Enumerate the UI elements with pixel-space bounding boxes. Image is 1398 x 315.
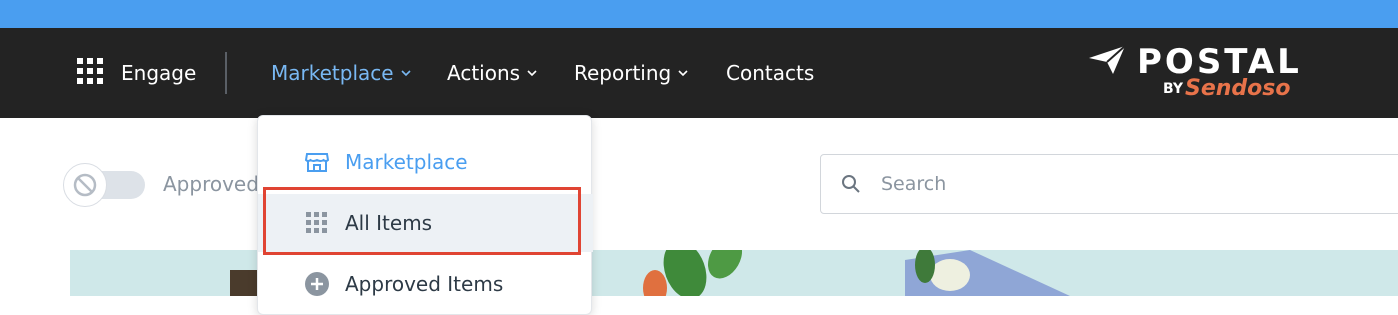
logo-by: BY bbox=[1163, 81, 1184, 97]
app-label[interactable]: Engage bbox=[121, 28, 196, 118]
search-input[interactable] bbox=[881, 163, 1381, 205]
toggle-knob bbox=[63, 163, 107, 207]
nav-divider bbox=[225, 52, 227, 94]
chevron-down-icon bbox=[527, 70, 537, 77]
ban-icon bbox=[73, 173, 97, 197]
menu-item-label: Marketplace bbox=[345, 150, 468, 174]
nav-contacts-label: Contacts bbox=[726, 61, 815, 85]
nav-actions-label: Actions bbox=[447, 61, 521, 85]
storefront-icon bbox=[304, 153, 330, 172]
nav-contacts[interactable]: Contacts bbox=[726, 28, 814, 118]
app-switcher-icon[interactable] bbox=[77, 58, 105, 86]
approved-toggle[interactable] bbox=[63, 163, 145, 207]
marketplace-dropdown-menu: Marketplace All Items Approved Items bbox=[257, 115, 593, 315]
approved-toggle-label: Approved bbox=[163, 172, 259, 196]
paper-plane-icon bbox=[1089, 45, 1126, 74]
menu-item-all-items[interactable]: All Items bbox=[258, 194, 593, 252]
search-icon bbox=[842, 175, 860, 193]
top-navbar: Engage Marketplace Actions Reporting Con… bbox=[0, 28, 1398, 118]
chevron-down-icon bbox=[678, 70, 688, 77]
menu-item-approved-items[interactable]: Approved Items bbox=[258, 255, 593, 313]
nav-reporting-label: Reporting bbox=[574, 61, 672, 85]
menu-item-label: Approved Items bbox=[345, 272, 504, 296]
announcement-strip bbox=[0, 0, 1398, 28]
logo-brand: Sendoso bbox=[1185, 76, 1291, 101]
menu-item-marketplace[interactable]: Marketplace bbox=[258, 133, 593, 191]
menu-item-label: All Items bbox=[345, 211, 433, 235]
nav-reporting[interactable]: Reporting bbox=[574, 28, 689, 118]
nav-actions[interactable]: Actions bbox=[447, 28, 538, 118]
nav-marketplace-label: Marketplace bbox=[271, 61, 394, 85]
plus-circle-icon bbox=[305, 272, 329, 296]
search-box bbox=[820, 154, 1398, 214]
grid-dots-icon bbox=[304, 210, 330, 236]
nav-marketplace[interactable]: Marketplace bbox=[271, 28, 412, 118]
chevron-down-icon bbox=[400, 70, 411, 77]
postal-logo[interactable]: POSTAL BY Sendoso bbox=[1085, 38, 1315, 110]
